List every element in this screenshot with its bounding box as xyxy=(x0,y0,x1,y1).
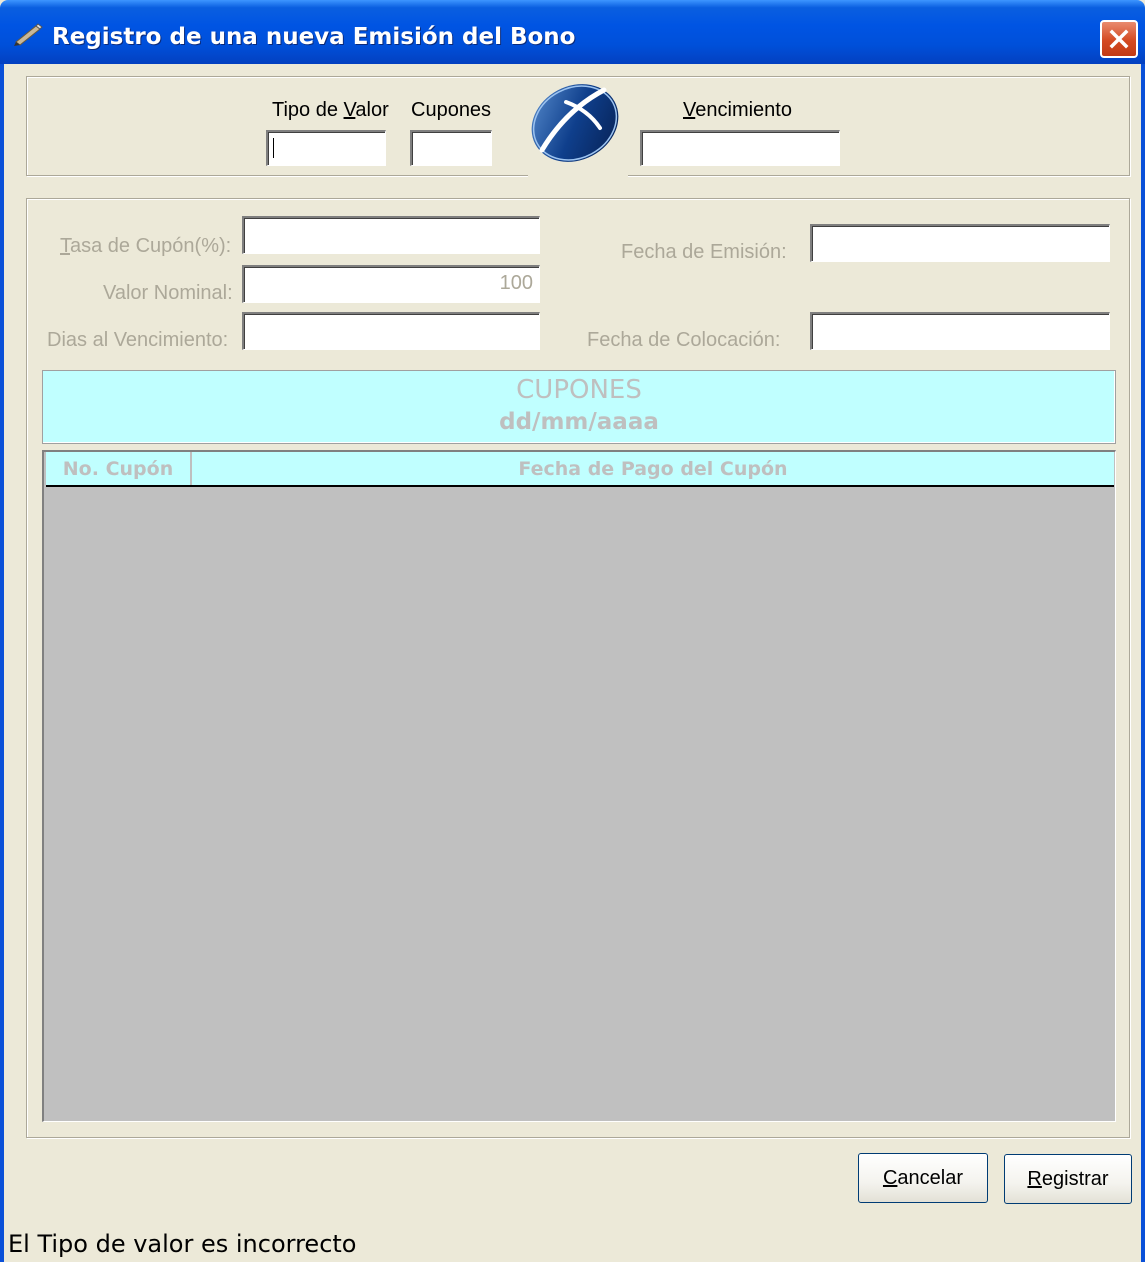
cupones-date-format: dd/mm/aaaa xyxy=(499,409,659,435)
valor-nominal-value: 100 xyxy=(499,272,533,294)
dias-vencimiento-label: Dias al Vencimiento: xyxy=(47,329,229,351)
tasa-cupon-input[interactable] xyxy=(242,216,540,254)
valor-nominal-label: Valor Nominal: xyxy=(103,282,233,304)
cupones-title: CUPONES xyxy=(516,375,642,405)
tipo-valor-label: Tipo de Valor xyxy=(272,99,389,121)
fecha-colocacion-input[interactable] xyxy=(810,312,1110,350)
cupones-label: Cupones xyxy=(411,99,492,121)
tipo-valor-input[interactable] xyxy=(266,130,386,166)
fecha-emision-label: Fecha de Emisión: xyxy=(621,241,787,263)
cupones-input[interactable] xyxy=(410,130,492,166)
tasa-cupon-label: Tasa de Cupón(%): xyxy=(60,235,232,257)
close-button[interactable] xyxy=(1100,20,1138,58)
column-header-no-cupon[interactable]: No. Cupón xyxy=(46,452,192,485)
window-title: Registro de una nueva Emisión del Bono xyxy=(52,24,576,50)
company-logo-icon xyxy=(531,84,619,162)
coupon-grid[interactable]: No. Cupón Fecha de Pago del Cupón xyxy=(42,450,1116,1122)
grid-header: No. Cupón Fecha de Pago del Cupón xyxy=(46,452,1114,487)
window-frame-right xyxy=(1141,64,1145,1262)
title-bar[interactable]: Registro de una nueva Emisión del Bono xyxy=(0,0,1145,64)
cupones-panel: CUPONES dd/mm/aaaa xyxy=(42,370,1116,444)
vencimiento-input[interactable] xyxy=(640,130,840,166)
group-border-gap xyxy=(528,170,628,180)
dias-vencimiento-input[interactable] xyxy=(242,312,540,350)
bond-issue-dialog: Registro de una nueva Emisión del Bono T… xyxy=(0,0,1145,1262)
fecha-colocacion-label: Fecha de Colocación: xyxy=(587,329,781,351)
close-icon xyxy=(1109,29,1129,49)
cancel-button[interactable]: Cancelar xyxy=(858,1153,988,1203)
column-header-fecha-pago[interactable]: Fecha de Pago del Cupón xyxy=(192,452,1114,485)
text-caret xyxy=(273,138,274,158)
valor-nominal-input[interactable]: 100 xyxy=(242,265,540,303)
fecha-emision-input[interactable] xyxy=(810,224,1110,262)
window-frame-left xyxy=(0,64,4,1262)
vencimiento-label: Vencimiento xyxy=(683,99,792,121)
status-message: El Tipo de valor es incorrecto xyxy=(8,1230,357,1258)
pencil-icon xyxy=(14,23,43,46)
register-button[interactable]: Registrar xyxy=(1004,1154,1132,1204)
